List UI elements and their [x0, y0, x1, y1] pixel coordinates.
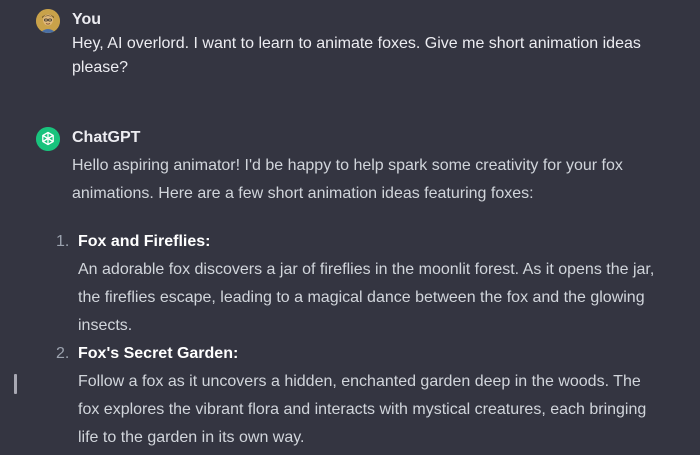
idea-title: Fox's Secret Garden: [78, 345, 239, 362]
idea-description: An adorable fox discovers a jar of firef… [78, 261, 655, 334]
user-author-name: You [72, 11, 102, 28]
idea-title: Fox and Fireflies: [78, 233, 211, 250]
idea-description: Follow a fox as it uncovers a hidden, en… [78, 373, 647, 446]
sidebar-resize-handle[interactable] [14, 374, 17, 394]
list-item-number: 1. [56, 233, 70, 250]
user-message-text: Hey, AI overlord. I want to learn to ani… [72, 35, 641, 76]
list-item-number: 2. [56, 345, 70, 362]
user-avatar-icon [36, 9, 60, 33]
assistant-author-name: ChatGPT [72, 129, 141, 146]
assistant-intro-text: Hello aspiring animator! I'd be happy to… [72, 157, 623, 202]
openai-logo-icon [36, 127, 60, 151]
chat-page: You Hey, AI overlord. I want to learn to… [0, 0, 700, 455]
